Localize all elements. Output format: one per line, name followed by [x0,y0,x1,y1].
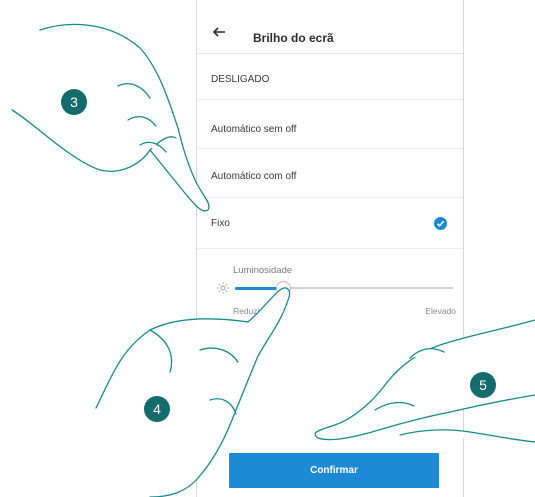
sun-icon [217,281,229,299]
option-fixo[interactable]: Fixo [197,198,463,249]
option-automatico-com-off[interactable]: Automático com off [197,149,463,198]
option-label: Fixo [211,218,230,229]
slider-max-label: Elevado [425,306,456,316]
confirm-button[interactable]: Confirmar [229,453,439,488]
selected-check-icon [434,217,447,230]
back-arrow-icon[interactable] [211,24,227,40]
option-label: DESLIGADO [211,74,270,85]
slider-handle[interactable] [275,281,291,296]
phone-screen: Brilho do ecrã DESLIGADO Automático sem … [196,0,464,497]
step-badge-4: 4 [144,396,170,422]
step-badge-5: 5 [470,372,496,398]
page-title: Brilho do ecrã [253,31,334,45]
slider-min-label: Reduzido [233,306,269,316]
brightness-slider[interactable] [235,281,453,296]
brightness-label: Luminosidade [233,265,293,276]
option-label: Automático com off [211,171,297,182]
app-header: Brilho do ecrã [197,0,463,54]
option-automatico-sem-off[interactable]: Automático sem off [197,100,463,149]
option-label: Automático sem off [211,124,297,135]
option-desligado[interactable]: DESLIGADO [197,54,463,100]
step-badge-3: 3 [61,89,87,115]
